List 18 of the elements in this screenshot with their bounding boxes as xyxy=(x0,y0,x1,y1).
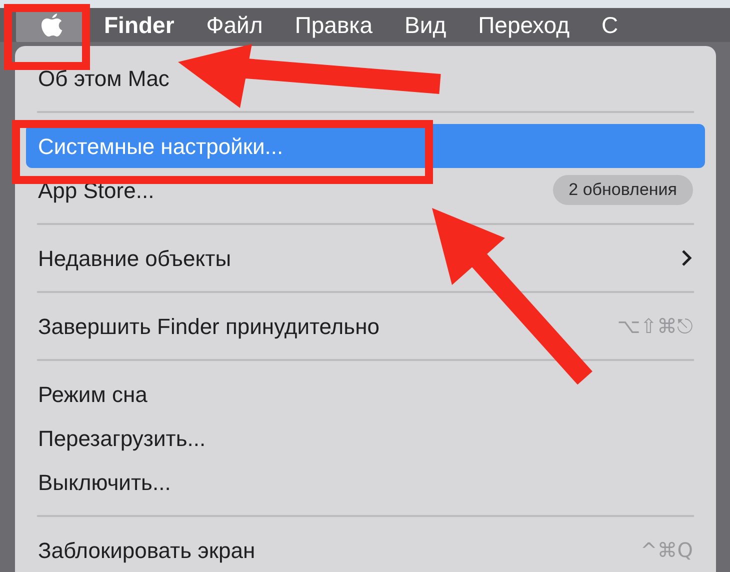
menu-item[interactable]: Перезагрузить... xyxy=(26,416,705,460)
menu-bar-item[interactable]: Вид xyxy=(388,8,462,42)
keyboard-shortcut: ^⌘Q xyxy=(640,537,693,564)
menu-bar-item[interactable]: С xyxy=(586,8,634,42)
apple-icon xyxy=(40,11,64,39)
menu-item[interactable]: Недавние объекты xyxy=(26,236,705,280)
menu-item[interactable]: Завершить Finder принудительно ⌥⇧⌘⎋ xyxy=(26,304,705,348)
menu-item[interactable]: Режим сна xyxy=(26,372,705,416)
menu-bar-item[interactable]: Finder xyxy=(88,8,190,42)
update-count-badge: 2 обновления xyxy=(552,175,693,205)
menu-bar-item[interactable]: Правка xyxy=(278,8,389,42)
menu-bar-item[interactable]: Файл xyxy=(190,8,279,42)
menu-item[interactable]: App Store... 2 обновления xyxy=(26,168,705,212)
menu-item[interactable]: Выключить... xyxy=(26,460,705,504)
menu-bar-item[interactable]: Переход xyxy=(462,8,586,42)
menu-item[interactable]: Заблокировать экран ^⌘Q xyxy=(26,528,705,572)
keyboard-shortcut: ⌥⇧⌘⎋ xyxy=(617,313,693,340)
menu-item[interactable]: Об этом Mac xyxy=(26,56,705,100)
